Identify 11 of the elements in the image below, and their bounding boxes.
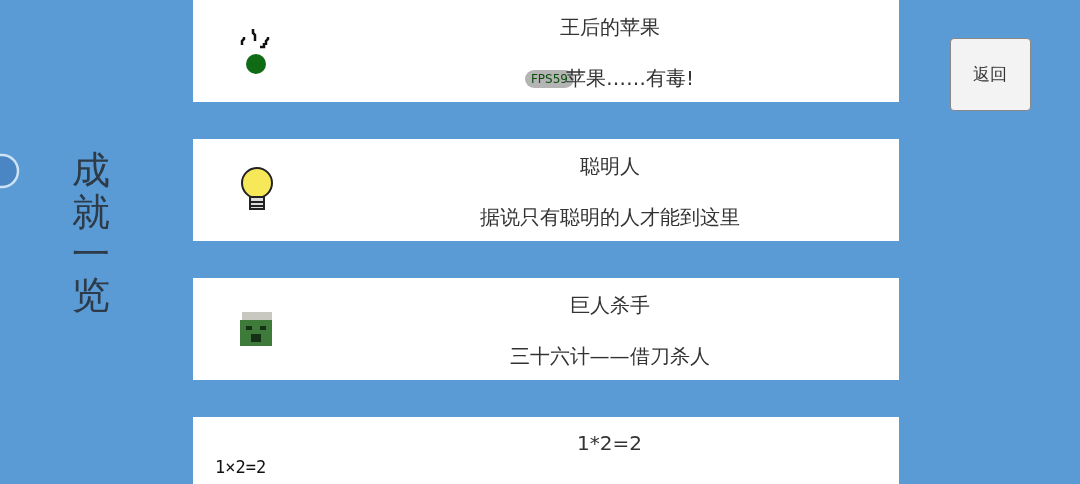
achievement-description: 三十六计——借刀杀人 <box>509 343 710 370</box>
achievement-title: 1*2=2 <box>577 431 642 455</box>
achievement-description: 据说只有聪明的人才能到这里 <box>479 204 740 231</box>
back-button[interactable]: 返回 <box>949 38 1031 111</box>
icon-text: 1×2=2 <box>215 457 267 477</box>
achievement-title: 王后的苹果 <box>559 14 660 41</box>
zombie-head-icon <box>239 312 274 346</box>
light-bulb-icon <box>238 167 275 213</box>
page-title: 成就一览 <box>71 150 110 318</box>
achievement-title: 聪明人 <box>579 153 640 180</box>
achievement-title: 巨人杀手 <box>569 292 650 319</box>
